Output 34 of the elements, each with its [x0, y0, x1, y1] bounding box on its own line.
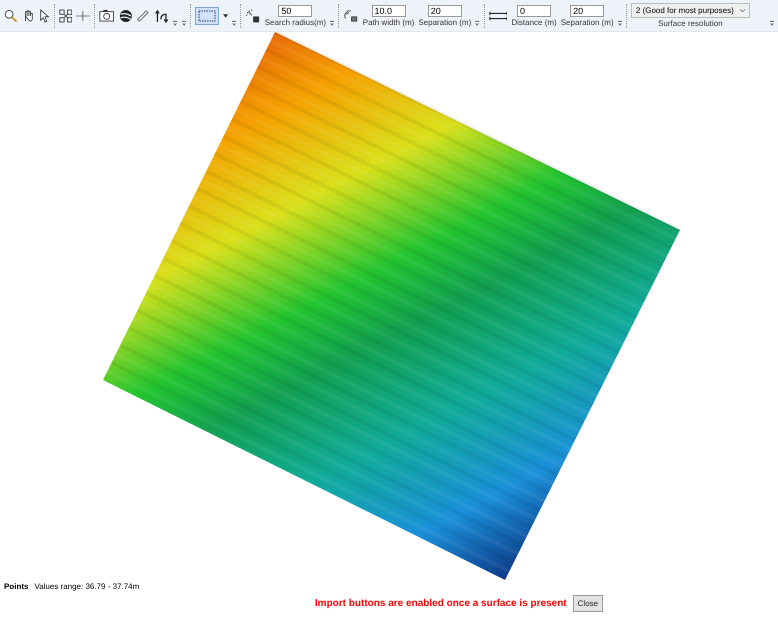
close-button[interactable]: Close [572, 594, 604, 612]
number-field[interactable]: 20 [570, 4, 604, 16]
overflow-icon[interactable] [770, 20, 774, 26]
overflow-icon[interactable] [330, 20, 334, 26]
rotate-arrow-icon[interactable] [154, 8, 170, 24]
resolution-dropdown[interactable]: 2 (Good for most purposes) [630, 3, 750, 18]
overflow-icon[interactable] [232, 20, 236, 26]
field-label: Separation (m) [418, 18, 472, 26]
status-title: Points [4, 582, 28, 591]
number-field[interactable]: 20 [428, 4, 462, 16]
selection-tool-button[interactable] [194, 6, 219, 24]
overflow-icon[interactable] [618, 20, 622, 26]
ruler-icon[interactable] [136, 8, 150, 24]
field-label: Path width (m) [362, 18, 414, 26]
field-label: Surface resolution [658, 19, 723, 28]
field-label: Search radius(m) [264, 18, 326, 26]
overflow-icon[interactable] [182, 20, 186, 26]
values-range: Values range: 36.79 - 37.74m [34, 582, 140, 591]
info-message: Import buttons are enabled once a surface is present [314, 598, 567, 608]
number-field[interactable]: 0 [517, 4, 552, 16]
field-label: Separation (m) [560, 18, 614, 26]
parallel-lines-icon[interactable] [488, 10, 508, 22]
overflow-icon[interactable] [475, 20, 480, 26]
globe-icon[interactable] [118, 8, 132, 24]
number-field[interactable]: 10.0 [372, 4, 406, 16]
radius-tool-icon[interactable] [245, 6, 261, 24]
number-field[interactable]: 50 [278, 4, 312, 16]
camera-icon[interactable] [99, 8, 114, 23]
caret-icon[interactable] [222, 14, 228, 18]
overflow-icon[interactable] [173, 20, 178, 26]
zoom-extents-icon[interactable] [58, 8, 72, 24]
field-label: Distance (m) [511, 18, 557, 26]
pointer-icon[interactable] [39, 8, 50, 24]
search-icon[interactable] [4, 8, 18, 24]
